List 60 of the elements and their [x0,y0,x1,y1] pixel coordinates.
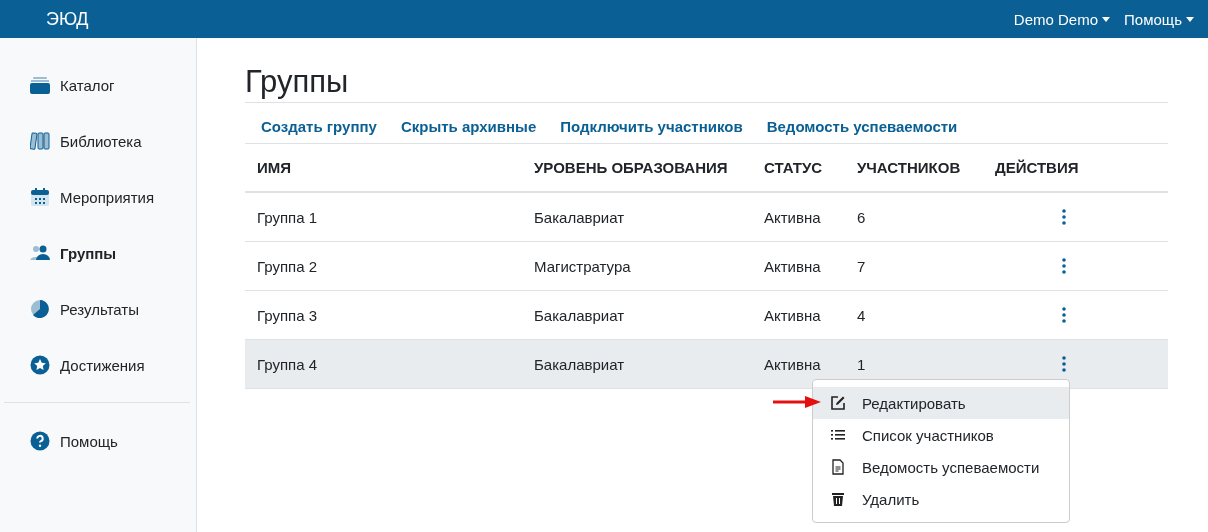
table-cell: 4 [857,306,866,324]
table-cell: 6 [857,208,866,226]
calendar-icon [30,187,50,207]
table-cell: 7 [857,257,866,275]
trash-icon [830,491,846,507]
table-row[interactable]: Группа 2 Магистратура Активна 7 [245,242,1168,291]
table-cell: Активна [764,306,821,324]
table-cell: Группа 4 [257,355,318,373]
sidebar-item[interactable]: Каталог [0,57,196,113]
page-title: Группы [245,64,1168,103]
more-options-icon[interactable] [1062,209,1066,225]
column-header: УРОВЕНЬ ОБРАЗОВАНИЯ [533,159,729,176]
caret-icon [1186,16,1194,22]
column-header: УЧАСТНИКОВ [856,159,962,176]
action-link[interactable]: Ведомость успеваемости [766,118,958,143]
edit-icon [830,395,846,411]
menu-item[interactable]: Редактировать [813,387,1069,419]
table-cell: Бакалавриат [534,306,625,324]
arrow-annotation [773,396,821,408]
books-icon [30,131,50,151]
column-header: ДЕЙСТВИЯ [994,159,1080,176]
dropdown-menu-button[interactable]: Demo Demo [1013,10,1111,28]
table-cell: Бакалавриат [534,355,625,373]
more-options-icon[interactable] [1062,356,1066,372]
document-icon [830,459,846,475]
sidebar-item[interactable]: Помощь [0,413,196,469]
table-row[interactable]: Группа 1 Бакалавриат Активна 6 [245,193,1168,242]
more-options-icon[interactable] [1062,307,1066,323]
logo[interactable]: ЭЮД [46,8,89,30]
menu-item[interactable]: Удалить [813,483,1069,515]
column-header: СТАТУС [763,159,824,176]
action-link[interactable]: Скрыть архивные [400,118,537,143]
caret-icon [1102,16,1111,22]
table-cell: Группа 1 [257,208,318,226]
table-cell: Магистратура [534,257,631,275]
menu-item[interactable]: Ведомость успеваемости [813,451,1069,483]
menu-item[interactable]: Список участников [813,419,1069,451]
table-cell: Активна [764,208,821,226]
sidebar-item[interactable]: Библиотека [0,113,196,169]
sidebar-item[interactable]: Результаты [0,281,196,337]
help-icon [30,431,50,451]
sidebar-item[interactable]: Группы [0,225,196,281]
table-cell: Бакалавриат [534,208,625,226]
action-link[interactable]: Создать группу [261,118,377,143]
dropdown-menu-button[interactable]: Помощь [1124,10,1194,28]
sidebar-item[interactable]: Мероприятия [0,169,196,225]
table-row[interactable]: Группа 4 Бакалавриат Активна 1 [245,340,1168,389]
list-icon [830,427,846,443]
table-cell: Группа 2 [257,257,318,275]
sidebar-item[interactable]: Достижения [0,337,196,393]
box-icon [30,75,50,95]
column-header: ИМЯ [256,159,293,176]
table-cell: Группа 3 [257,306,318,324]
action-link[interactable]: Подключить участников [560,118,743,143]
table-cell: 1 [857,355,866,373]
table-cell: Активна [764,257,821,275]
users-icon [30,243,50,263]
more-options-icon[interactable] [1062,258,1066,274]
table-cell: Активна [764,355,821,373]
pie-chart-icon [30,299,50,319]
